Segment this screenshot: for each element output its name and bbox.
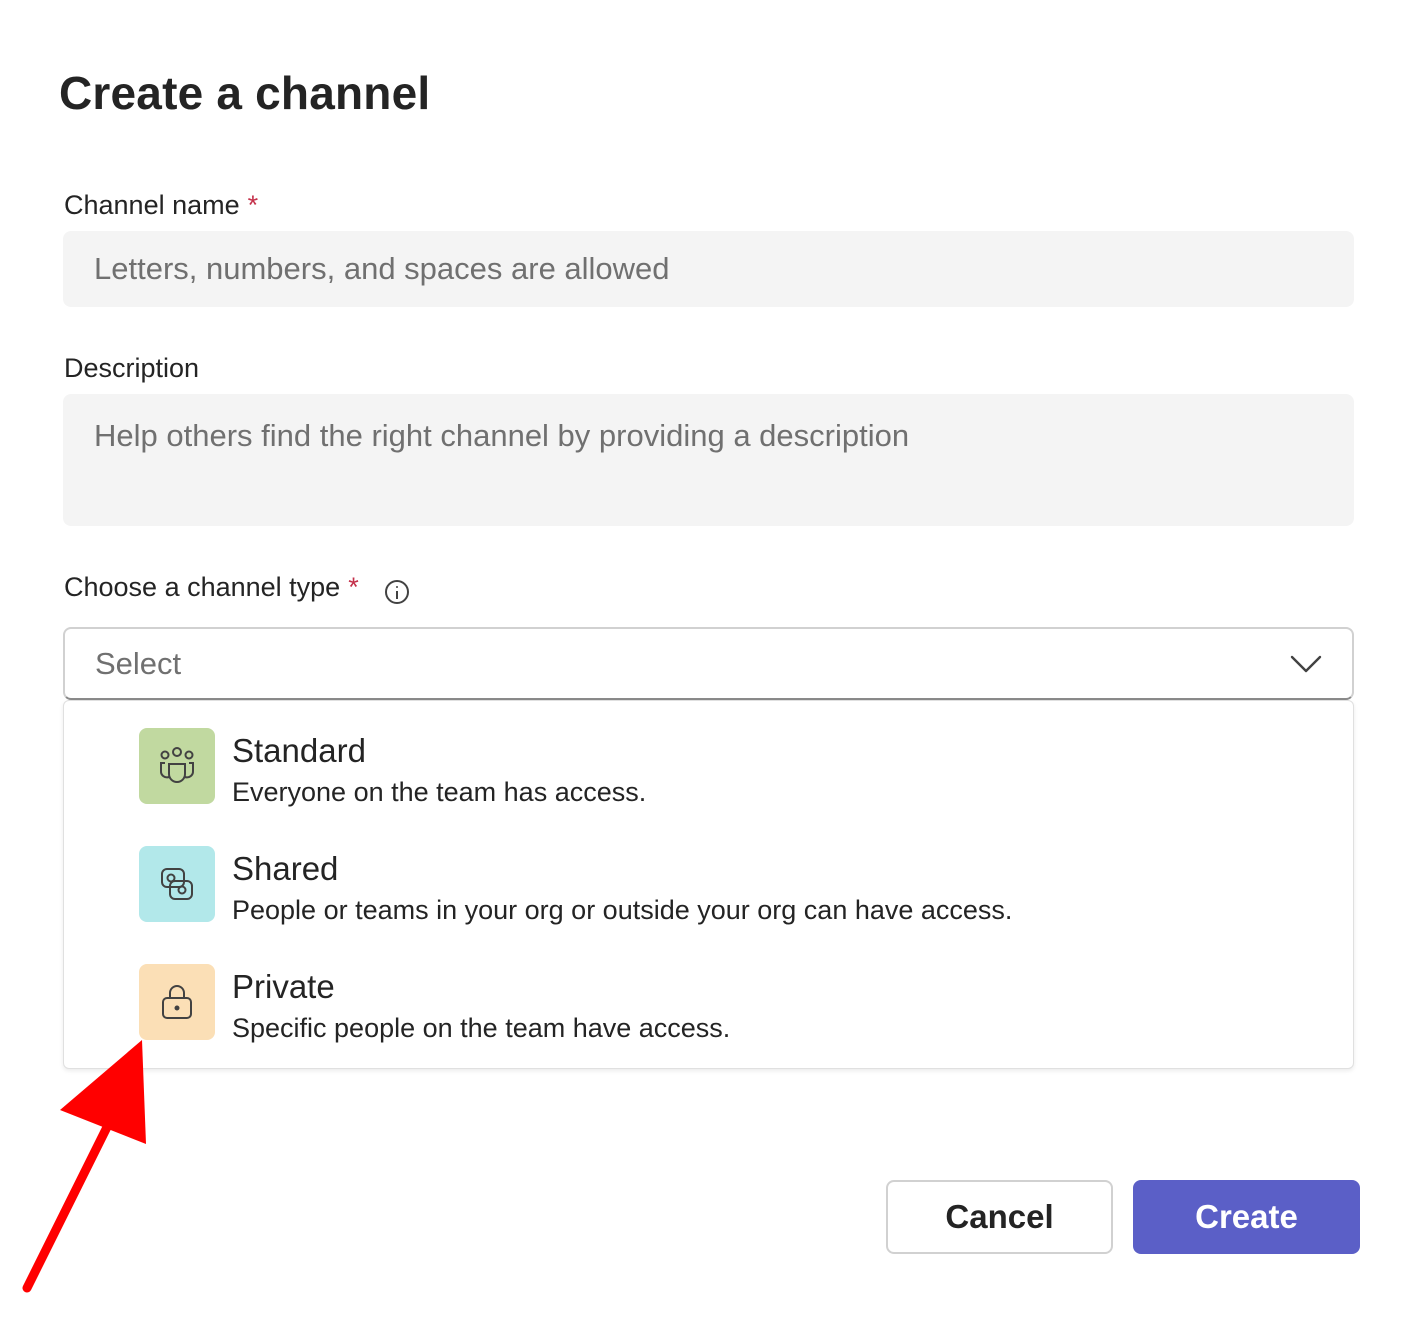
create-button[interactable]: Create [1133,1180,1360,1254]
description-label: Description [64,353,200,383]
people-team-icon [139,728,215,804]
description-input[interactable] [63,394,1354,526]
channel-name-input[interactable] [63,231,1354,307]
option-private[interactable]: Private Specific people on the team have… [139,964,1339,1044]
cancel-button[interactable]: Cancel [886,1180,1113,1254]
create-channel-dialog: Create a channel Channel name* Descripti… [0,0,1417,1332]
channel-type-label-text: Choose a channel type [64,572,341,602]
channel-type-menu: Standard Everyone on the team has access… [63,700,1354,1069]
option-description: People or teams in your org or outside y… [232,895,1013,925]
select-value: Select [95,645,182,681]
option-standard[interactable]: Standard Everyone on the team has access… [139,728,1339,808]
channel-type-label: Choose a channel type * [64,572,409,604]
shared-link-icon [139,846,215,922]
option-description: Specific people on the team have access. [232,1013,731,1043]
info-icon[interactable] [384,579,409,604]
lock-icon [139,964,215,1040]
option-name: Standard [232,732,366,769]
chevron-down-icon [1290,654,1322,674]
dialog-title: Create a channel [59,67,431,119]
required-marker: * [348,572,359,602]
channel-type-select[interactable]: Select [63,627,1354,700]
required-marker: * [247,190,259,220]
option-shared[interactable]: Shared People or teams in your org or ou… [139,846,1339,926]
option-description: Everyone on the team has access. [232,777,647,807]
channel-name-label: Channel name * [64,190,258,221]
option-name: Private [232,968,335,1005]
channel-name-label-text: Channel name [64,190,240,220]
option-name: Shared [232,850,339,887]
